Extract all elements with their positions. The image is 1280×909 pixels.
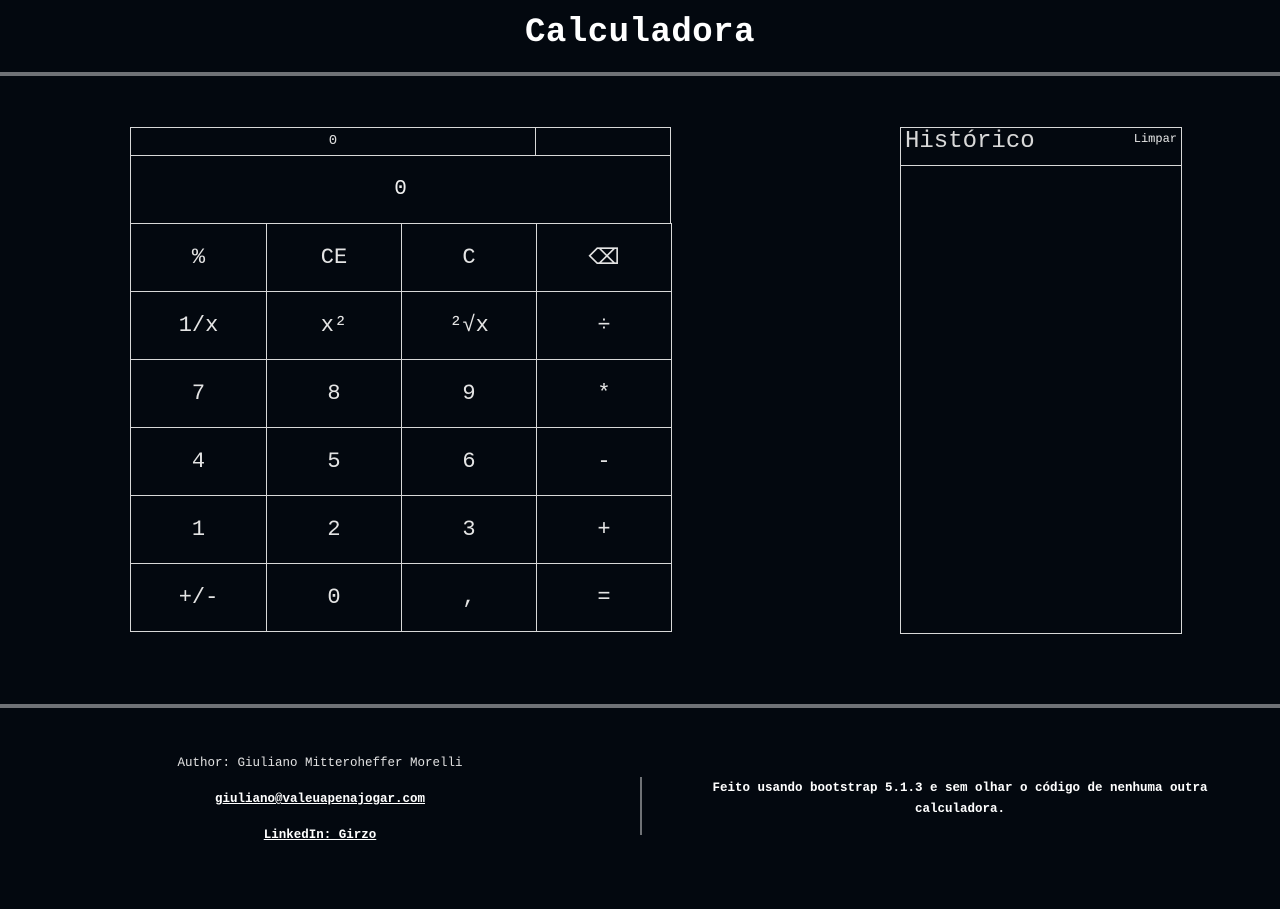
digit-9-key[interactable]: 9 — [401, 359, 537, 428]
linkedin-link[interactable]: LinkedIn: Girzo — [264, 828, 377, 842]
previous-operation-row: 0 — [130, 127, 671, 156]
calculator-display: 0 — [130, 155, 671, 224]
digit-1-key[interactable]: 1 — [130, 495, 267, 564]
digit-6-key[interactable]: 6 — [401, 427, 537, 496]
digit-5-key[interactable]: 5 — [266, 427, 402, 496]
history-header: Histórico Limpar — [901, 128, 1181, 166]
clear-entry-key[interactable]: CE — [266, 223, 402, 292]
subtract-key[interactable]: - — [536, 427, 672, 496]
add-key[interactable]: + — [536, 495, 672, 564]
digit-3-key[interactable]: 3 — [401, 495, 537, 564]
calculator: 0 0 % CE C ⌫ 1/x x² ²√x ÷ 7 8 9 * 4 5 6-1 2 3 + +/- 0, = — [130, 127, 672, 634]
square-root-key[interactable]: ²√x — [401, 291, 537, 360]
digit-0-key[interactable]: 0 — [266, 563, 402, 632]
reciprocal-key[interactable]: 1/x — [130, 291, 267, 360]
email-line: giuliano@valeuapenajogar.com — [0, 792, 640, 806]
footer-divider — [0, 704, 1280, 708]
negate-key[interactable]: +/- — [130, 563, 267, 632]
clear-history-button[interactable]: Limpar — [1134, 132, 1177, 146]
header-divider — [0, 72, 1280, 76]
backspace-key[interactable]: ⌫ — [536, 223, 672, 292]
author-text: Author: Giuliano Mitteroheffer Morelli — [177, 756, 463, 770]
page-header: Calculadora — [0, 0, 1280, 72]
equals-key[interactable]: = — [536, 563, 672, 632]
email-link[interactable]: giuliano@valeuapenajogar.com — [215, 792, 425, 806]
multiply-key[interactable]: * — [536, 359, 672, 428]
previous-expression: 0 — [130, 127, 536, 156]
keypad: % CE C ⌫ 1/x x² ²√x ÷ 7 8 9 * 4 5 6- 1 2 3 + +/- 0, = — [130, 223, 672, 634]
digit-8-key[interactable]: 8 — [266, 359, 402, 428]
footer-note: Feito usando bootstrap 5.1.3 e sem olhar… — [712, 781, 1208, 816]
page-title: Calculadora — [525, 14, 755, 52]
clear-key[interactable]: C — [401, 223, 537, 292]
history-title: Histórico — [905, 128, 1035, 155]
digit-4-key[interactable]: 4 — [130, 427, 267, 496]
history-panel: Histórico Limpar — [900, 127, 1182, 634]
footer-vertical-divider — [640, 777, 642, 835]
digit-2-key[interactable]: 2 — [266, 495, 402, 564]
decimal-key[interactable]: , — [401, 563, 537, 632]
digit-7-key[interactable]: 7 — [130, 359, 267, 428]
square-key[interactable]: x² — [266, 291, 402, 360]
linkedin-line: LinkedIn: Girzo — [0, 828, 640, 842]
divide-key[interactable]: ÷ — [536, 291, 672, 360]
percent-key[interactable]: % — [130, 223, 267, 292]
previous-operator — [535, 127, 671, 156]
